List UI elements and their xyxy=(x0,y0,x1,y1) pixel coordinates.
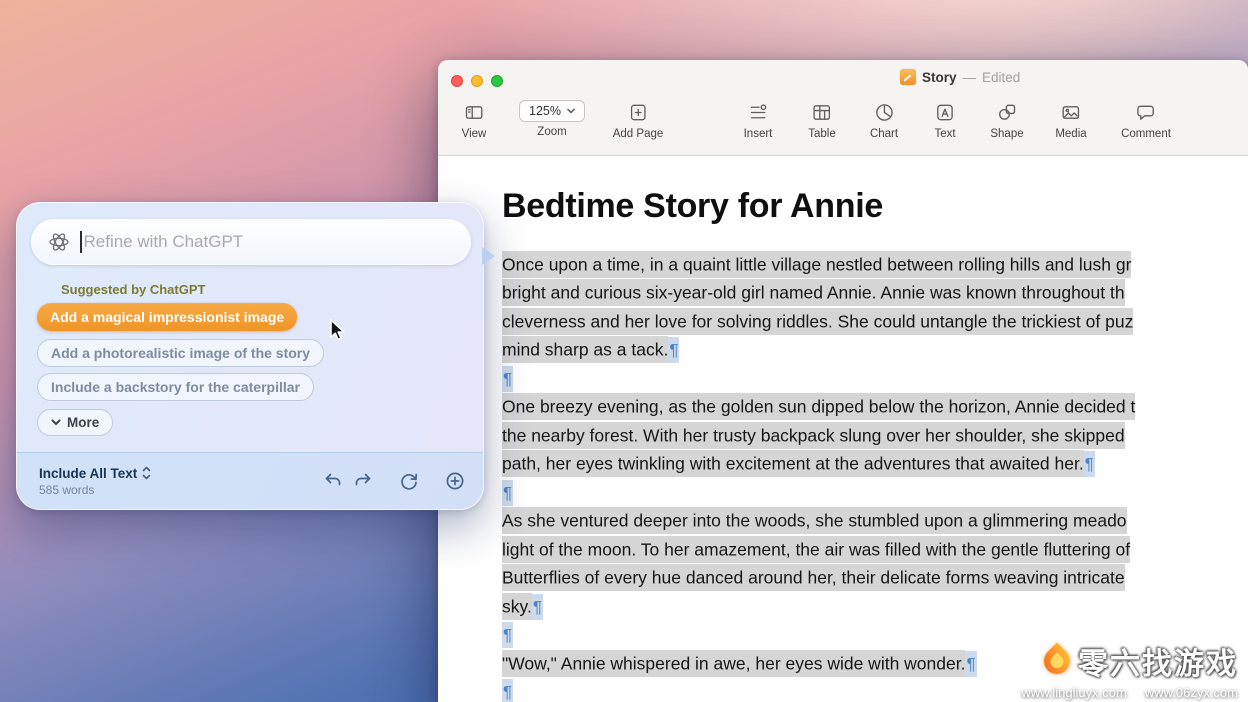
mouse-cursor xyxy=(326,318,350,342)
toolbar-chart[interactable]: Chart xyxy=(870,100,898,140)
chevron-down-icon xyxy=(51,419,61,426)
title-separator: — xyxy=(963,70,977,85)
chevron-down-icon xyxy=(567,108,575,114)
include-all-text-label: Include All Text xyxy=(39,466,137,481)
document-canvas[interactable]: Bedtime Story for Annie Once upon a time… xyxy=(438,157,1248,702)
more-button[interactable]: More xyxy=(37,409,113,436)
text-line: sky.¶ xyxy=(502,592,1248,621)
close-button[interactable] xyxy=(451,75,463,87)
toolbar-view[interactable]: View xyxy=(462,100,487,140)
text-line: As she ventured deeper into the woods, s… xyxy=(502,507,1248,536)
watermark-brand: 零六找游戏 xyxy=(1078,639,1238,683)
flame-logo-icon xyxy=(1039,643,1076,680)
toolbar-comment[interactable]: Comment xyxy=(1121,100,1171,140)
shape-icon xyxy=(996,100,1017,124)
regenerate-icon[interactable] xyxy=(399,471,419,491)
pilcrow-mark: ¶ xyxy=(502,622,513,648)
pilcrow-mark: ¶ xyxy=(502,679,513,702)
media-photo-icon xyxy=(1060,100,1081,124)
add-icon[interactable] xyxy=(445,471,465,491)
comment-bubble-icon xyxy=(1135,100,1156,124)
chatgpt-refine-panel: Refine with ChatGPT Suggested by ChatGPT… xyxy=(16,202,484,510)
text-line: Butterflies of every hue danced around h… xyxy=(502,564,1248,593)
include-all-text-control[interactable]: Include All Text 585 words xyxy=(39,466,151,497)
empty-line: ¶ xyxy=(502,364,1248,393)
text-line: light of the moon. To her amazement, the… xyxy=(502,535,1248,564)
toolbar-media[interactable]: Media xyxy=(1055,100,1086,140)
suggestion-photorealistic-image[interactable]: Add a photorealistic image of the story xyxy=(37,339,324,367)
toolbar-text[interactable]: Text xyxy=(934,100,955,140)
pages-window: Story — Edited View 125% Zoom Add Page xyxy=(438,60,1248,702)
toolbar-add-page[interactable]: Add Page xyxy=(613,100,664,140)
text-line: path, her eyes twinkling with excitement… xyxy=(502,450,1248,479)
pilcrow-mark: ¶ xyxy=(1084,451,1095,477)
add-page-icon xyxy=(627,100,648,124)
minimize-button[interactable] xyxy=(471,75,483,87)
undo-icon[interactable] xyxy=(323,472,343,490)
watermark-url-1: www.lingliuyx.com xyxy=(1021,685,1126,700)
text-caret xyxy=(80,231,82,253)
redo-icon[interactable] xyxy=(353,472,373,490)
window-title: Story — Edited xyxy=(900,69,1020,85)
view-sidebar-icon xyxy=(464,100,485,124)
toolbar-insert[interactable]: Insert xyxy=(744,100,773,140)
chatgpt-input-placeholder: Refine with ChatGPT xyxy=(84,232,244,252)
text-line: the nearby forest. With her trusty backp… xyxy=(502,421,1248,450)
popover-arrow xyxy=(482,247,495,265)
more-label: More xyxy=(67,415,99,430)
chatgpt-logo-icon xyxy=(47,230,71,254)
document-body: Once upon a time, in a quaint little vil… xyxy=(502,250,1248,702)
pilcrow-mark: ¶ xyxy=(502,366,513,392)
edited-status: Edited xyxy=(982,70,1020,85)
text-box-icon xyxy=(935,100,956,124)
toolbar-shape[interactable]: Shape xyxy=(990,100,1023,140)
zoom-dropdown[interactable]: 125% xyxy=(519,100,585,122)
window-header: Story — Edited View 125% Zoom Add Page xyxy=(438,60,1248,156)
text-line: bright and curious six-year-old girl nam… xyxy=(502,279,1248,308)
chart-pie-icon xyxy=(874,100,895,124)
toolbar-table[interactable]: Table xyxy=(808,100,836,140)
text-line: cleverness and her love for solving ridd… xyxy=(502,307,1248,336)
document-title: Story xyxy=(922,70,957,85)
document-icon xyxy=(900,69,916,85)
up-down-chevrons-icon xyxy=(142,466,151,480)
table-icon xyxy=(812,100,833,124)
suggested-by-label: Suggested by ChatGPT xyxy=(61,282,205,297)
pilcrow-mark: ¶ xyxy=(965,651,976,677)
document-heading: Bedtime Story for Annie xyxy=(502,187,1248,226)
insert-icon xyxy=(747,100,768,124)
pilcrow-mark: ¶ xyxy=(668,337,679,363)
suggestion-backstory-caterpillar[interactable]: Include a backstory for the caterpillar xyxy=(37,373,314,401)
empty-line: ¶ xyxy=(502,478,1248,507)
pilcrow-mark: ¶ xyxy=(532,594,543,620)
word-count: 585 words xyxy=(39,483,151,497)
suggestion-magical-impressionist-image[interactable]: Add a magical impressionist image xyxy=(37,303,297,331)
pilcrow-mark: ¶ xyxy=(502,480,513,506)
panel-footer: Include All Text 585 words xyxy=(17,452,483,509)
watermark: 零六找游戏 www.lingliuyx.com www.06zyx.com xyxy=(1021,639,1238,700)
chatgpt-input[interactable]: Refine with ChatGPT xyxy=(31,219,471,265)
text-line: Once upon a time, in a quaint little vil… xyxy=(502,250,1248,279)
text-line: mind sharp as a tack.¶ xyxy=(502,336,1248,365)
zoom-value: 125% xyxy=(529,104,561,118)
fullscreen-button[interactable] xyxy=(491,75,503,87)
toolbar-zoom[interactable]: 125% Zoom xyxy=(519,100,585,138)
window-controls xyxy=(451,75,503,87)
text-line: One breezy evening, as the golden sun di… xyxy=(502,393,1248,422)
watermark-url-2: www.06zyx.com xyxy=(1145,685,1238,700)
